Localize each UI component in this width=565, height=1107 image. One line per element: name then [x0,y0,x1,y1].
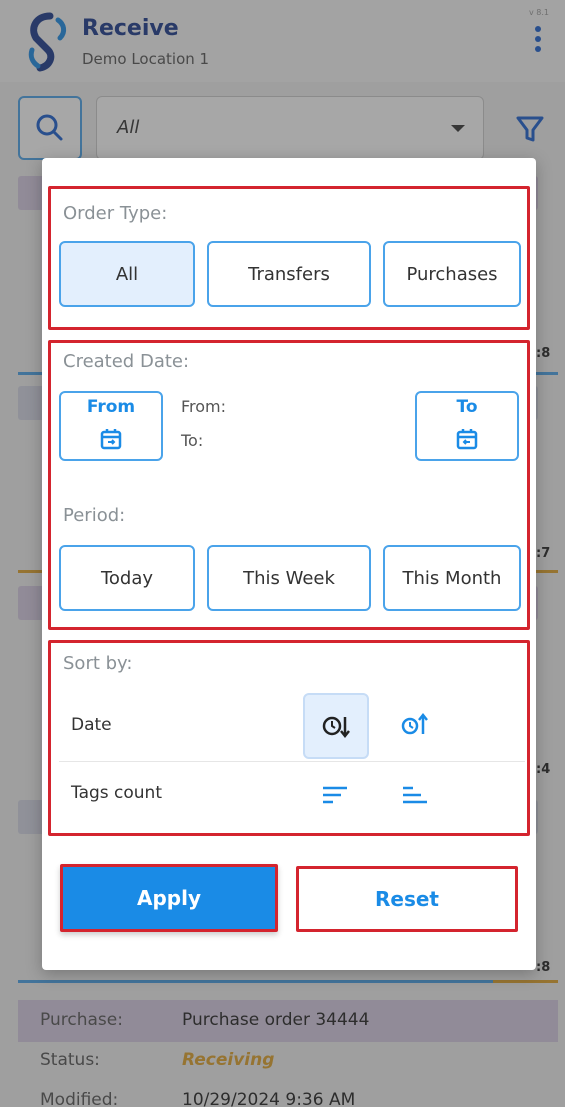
order-type-section: Order Type: All Transfers Purchases [48,186,530,330]
sort-tags-ascending-button[interactable] [397,777,433,813]
sort-ascending-icon [403,786,427,804]
sort-tags-descending-button[interactable] [317,777,353,813]
to-button-label: To [456,397,478,417]
sort-by-section: Sort by: Date Tags count [48,640,530,836]
from-button-label: From [86,397,136,417]
sort-descending-icon [323,786,347,804]
order-type-purchases-button[interactable]: Purchases [383,241,521,307]
order-type-all-button[interactable]: All [59,241,195,307]
sort-date-label: Date [71,715,112,735]
period-this-week-button[interactable]: This Week [207,545,371,611]
from-date-button[interactable]: From [59,391,163,461]
to-date-button[interactable]: To [415,391,519,461]
calendar-icon [100,429,122,450]
clock-arrow-up-icon [401,712,428,735]
sort-by-title: Sort by: [63,653,133,674]
from-date-label: From: [181,397,227,416]
clock-arrow-down-icon [322,716,350,739]
created-date-section: Created Date: From From: To: To Period: … [48,340,530,630]
reset-button[interactable]: Reset [296,866,518,932]
period-today-button[interactable]: Today [59,545,195,611]
order-type-title: Order Type: [63,203,168,224]
order-type-transfers-button[interactable]: Transfers [207,241,371,307]
to-date-label: To: [181,431,204,450]
calendar-icon [456,429,478,450]
created-date-title: Created Date: [63,351,190,372]
sort-tags-count-label: Tags count [71,783,163,803]
apply-button[interactable]: Apply [60,864,278,932]
sort-divider [59,761,525,762]
period-title: Period: [63,505,126,526]
sort-date-ascending-button[interactable] [397,707,433,743]
period-this-month-button[interactable]: This Month [383,545,521,611]
sort-date-descending-button[interactable] [303,693,369,759]
filter-dialog: Order Type: All Transfers Purchases Crea… [42,158,536,970]
